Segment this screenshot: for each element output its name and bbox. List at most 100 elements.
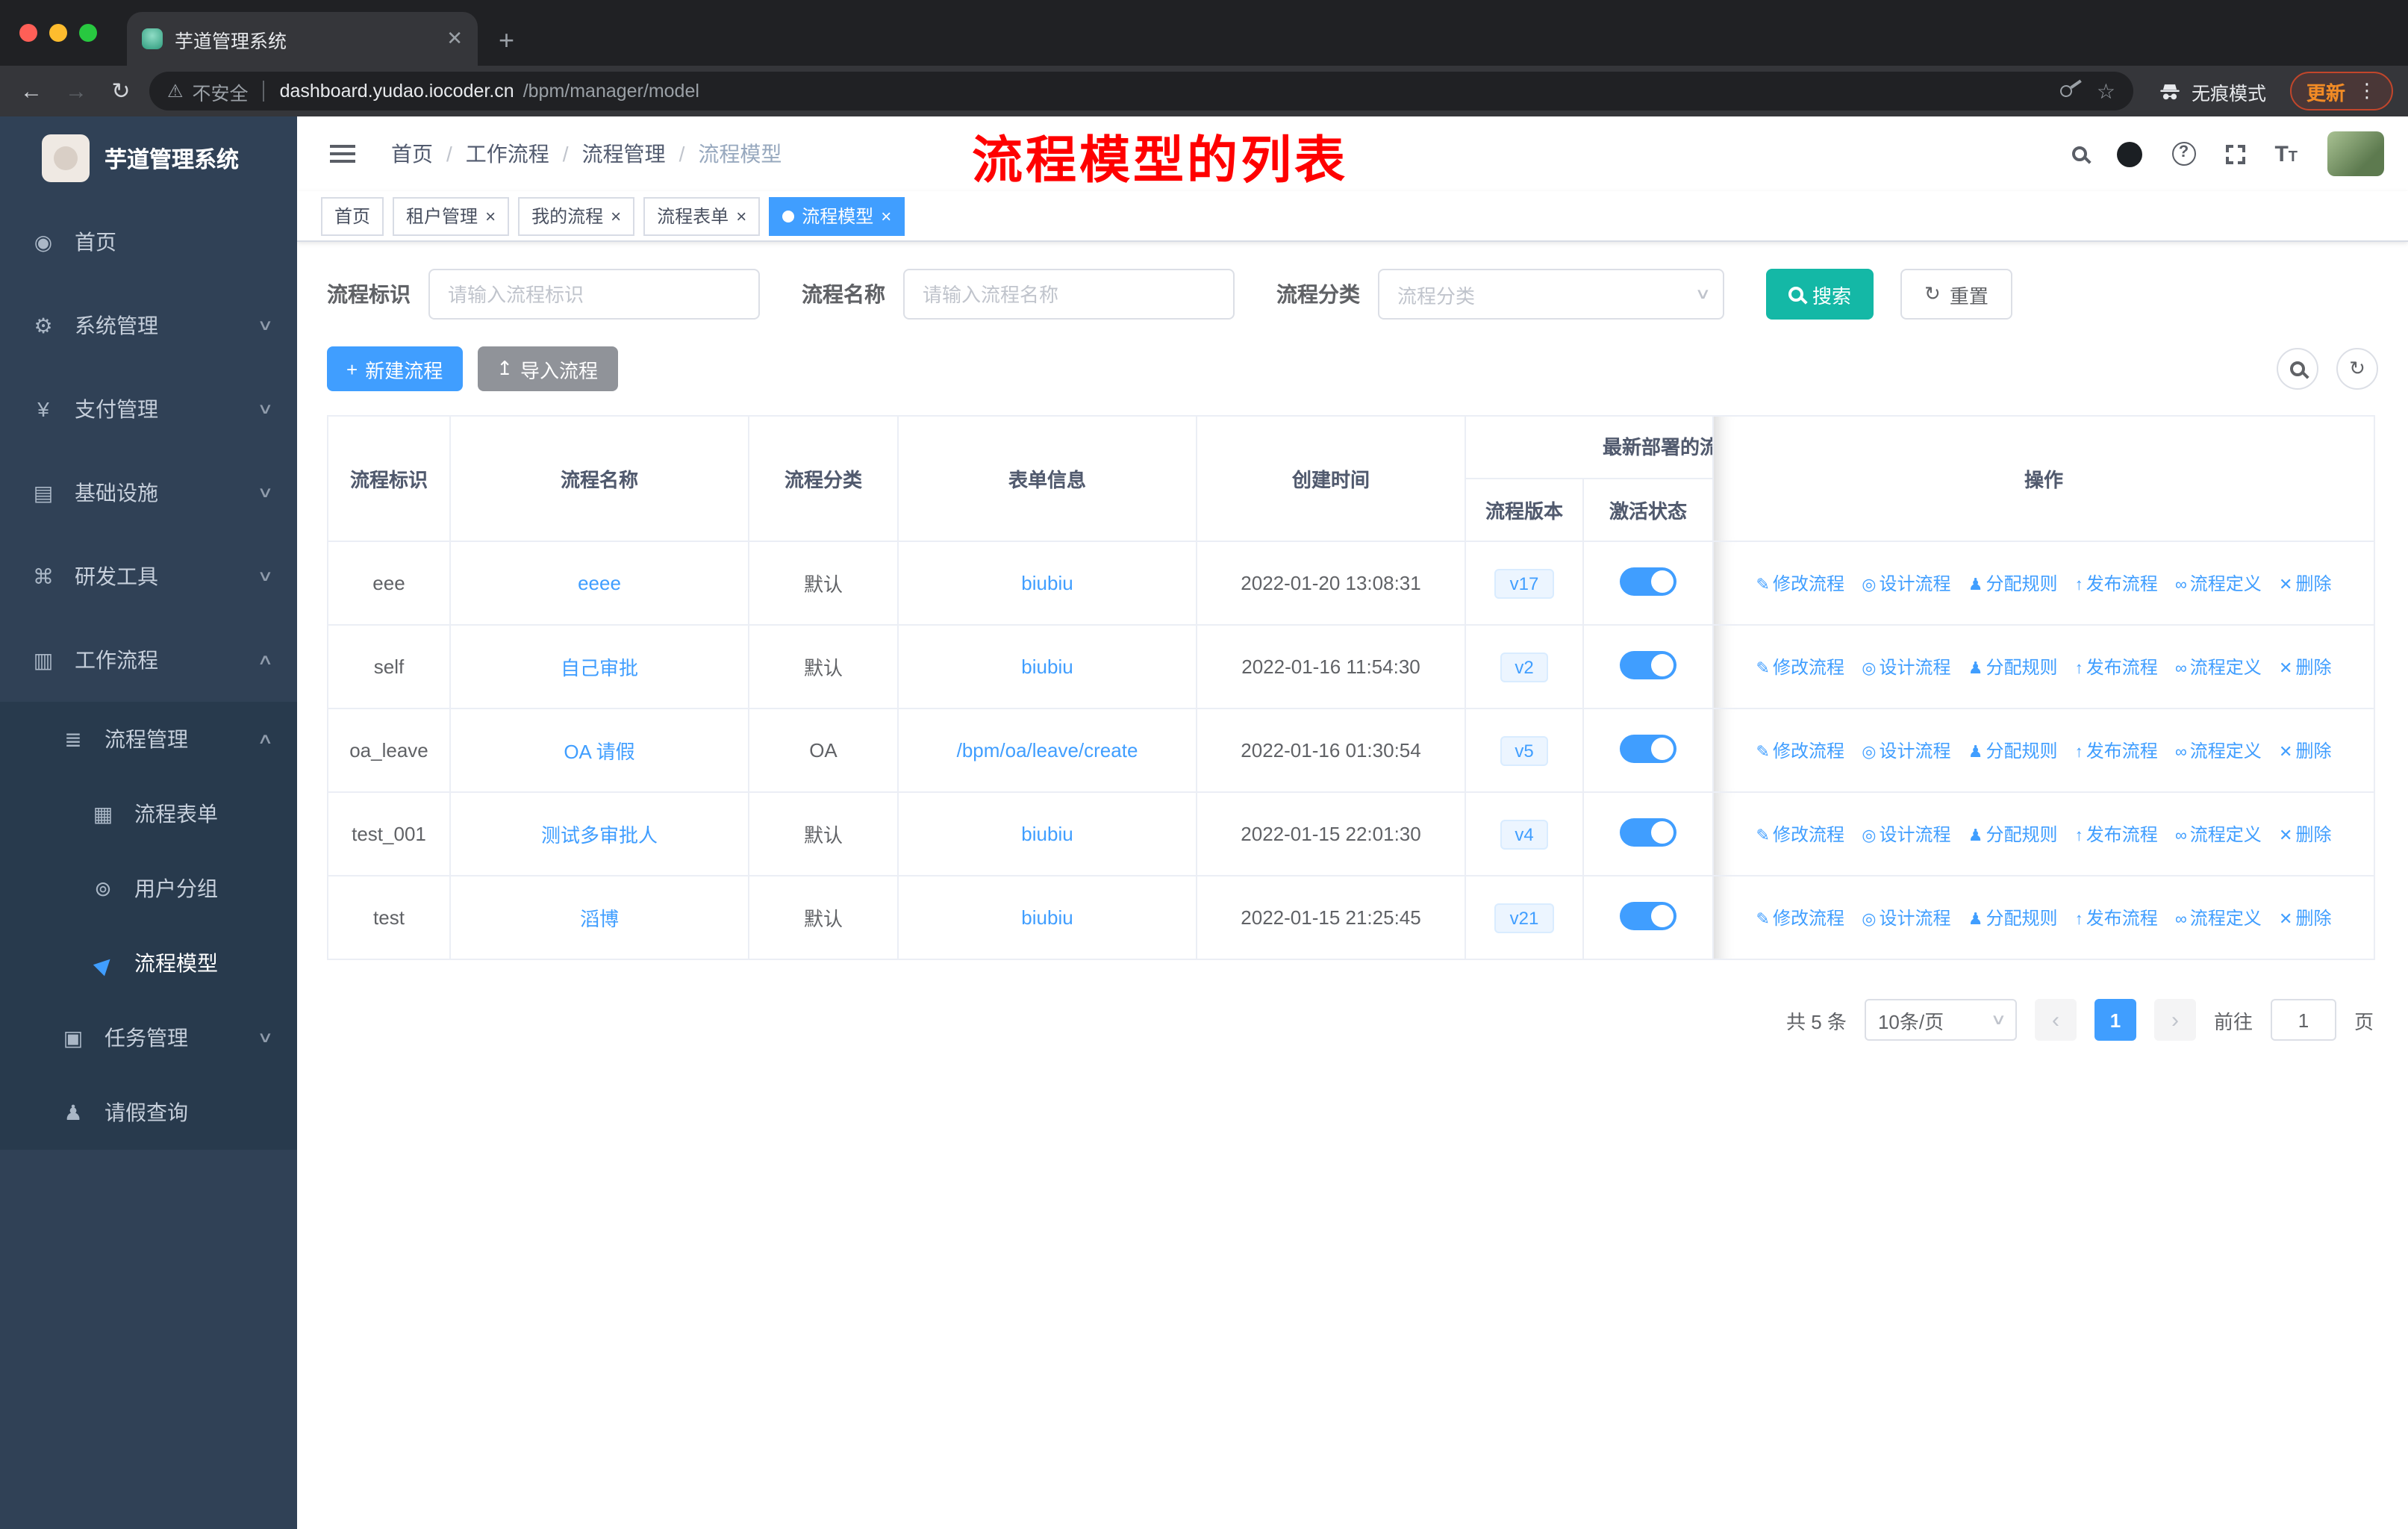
process-name-link[interactable]: 测试多审批人 bbox=[541, 824, 658, 847]
reload-button[interactable]: ↻ bbox=[105, 78, 137, 105]
tag-my-process[interactable]: 我的流程 × bbox=[518, 196, 635, 235]
action-edit-process[interactable]: ✎ 修改流程 bbox=[1756, 573, 1844, 594]
browser-tab[interactable]: 芋道管理系统 ✕ bbox=[127, 12, 478, 66]
tag-process-form[interactable]: 流程表单 × bbox=[643, 196, 761, 235]
action-design-process[interactable]: ◎ 设计流程 bbox=[1862, 573, 1950, 594]
sidebar-item-process-model[interactable]: ▶ 流程模型 bbox=[0, 926, 297, 1000]
window-zoom-button[interactable] bbox=[79, 24, 97, 42]
form-info-link[interactable]: /bpm/oa/leave/create bbox=[957, 739, 1138, 762]
tag-home[interactable]: 首页 bbox=[321, 196, 384, 235]
show-search-button[interactable] bbox=[2277, 348, 2318, 390]
next-page-button[interactable]: › bbox=[2153, 999, 2196, 1041]
sidebar-item-task-management[interactable]: ▣ 任务管理 ∨ bbox=[0, 1000, 297, 1075]
bookmark-star-icon[interactable]: ☆ bbox=[2097, 78, 2115, 104]
form-info-link[interactable]: biubiu bbox=[1021, 572, 1073, 594]
reset-button[interactable]: ↻ 重置 bbox=[1900, 269, 2012, 320]
action-publish-process[interactable]: ↑ 发布流程 bbox=[2075, 741, 2158, 762]
page-size-select[interactable]: 10条/页 ∨ bbox=[1864, 999, 2017, 1041]
password-key-icon[interactable] bbox=[2058, 82, 2075, 100]
sidebar-item-payment-management[interactable]: ¥ 支付管理 ∨ bbox=[0, 367, 297, 451]
action-delete[interactable]: ✕ 删除 bbox=[2279, 657, 2331, 678]
active-status-toggle[interactable] bbox=[1620, 818, 1676, 846]
tab-close-icon[interactable]: ✕ bbox=[446, 27, 463, 51]
back-button[interactable]: ← bbox=[15, 78, 48, 104]
action-publish-process[interactable]: ↑ 发布流程 bbox=[2075, 657, 2158, 678]
action-edit-process[interactable]: ✎ 修改流程 bbox=[1756, 657, 1844, 678]
active-status-toggle[interactable] bbox=[1620, 567, 1676, 595]
sidebar-item-process-form[interactable]: ▦ 流程表单 bbox=[0, 776, 297, 851]
action-process-definition[interactable]: ∞ 流程定义 bbox=[2175, 741, 2262, 762]
sidebar-item-user-group[interactable]: ⊚ 用户分组 bbox=[0, 851, 297, 926]
refresh-table-button[interactable]: ↻ bbox=[2336, 348, 2378, 390]
window-close-button[interactable] bbox=[19, 24, 37, 42]
close-icon[interactable]: × bbox=[485, 205, 496, 226]
process-name-link[interactable]: 自己审批 bbox=[561, 657, 638, 679]
user-avatar[interactable] bbox=[2327, 131, 2384, 176]
sidebar-item-leave-query[interactable]: ♟ 请假查询 bbox=[0, 1075, 297, 1150]
create-process-button[interactable]: + 新建流程 bbox=[327, 346, 463, 391]
goto-page-input[interactable] bbox=[2270, 999, 2336, 1041]
breadcrumb-home[interactable]: 首页 bbox=[391, 139, 433, 169]
action-process-definition[interactable]: ∞ 流程定义 bbox=[2175, 573, 2262, 594]
action-process-definition[interactable]: ∞ 流程定义 bbox=[2175, 824, 2262, 845]
action-assign-rules[interactable]: ♟ 分配规则 bbox=[1968, 657, 2058, 678]
action-design-process[interactable]: ◎ 设计流程 bbox=[1862, 908, 1950, 929]
security-label[interactable]: 不安全 bbox=[193, 77, 249, 105]
action-assign-rules[interactable]: ♟ 分配规则 bbox=[1968, 573, 2058, 594]
sidebar-item-process-management[interactable]: ≣ 流程管理 ∧ bbox=[0, 702, 297, 776]
window-minimize-button[interactable] bbox=[49, 24, 67, 42]
action-design-process[interactable]: ◎ 设计流程 bbox=[1862, 657, 1950, 678]
form-info-link[interactable]: biubiu bbox=[1021, 823, 1073, 845]
process-name-input[interactable] bbox=[903, 269, 1235, 320]
action-assign-rules[interactable]: ♟ 分配规则 bbox=[1968, 741, 2058, 762]
fullscreen-icon[interactable] bbox=[2222, 141, 2248, 166]
action-assign-rules[interactable]: ♟ 分配规则 bbox=[1968, 908, 2058, 929]
help-icon[interactable]: ? bbox=[2171, 142, 2196, 166]
process-name-link[interactable]: OA 请假 bbox=[564, 741, 634, 763]
active-status-toggle[interactable] bbox=[1620, 650, 1676, 679]
sidebar-item-workflow[interactable]: ▥ 工作流程 ∧ bbox=[0, 618, 297, 702]
action-edit-process[interactable]: ✎ 修改流程 bbox=[1756, 824, 1844, 845]
close-icon[interactable]: × bbox=[881, 205, 891, 226]
sidebar-item-home[interactable]: ◉ 首页 bbox=[0, 200, 297, 284]
import-process-button[interactable]: ↥ 导入流程 bbox=[477, 346, 618, 391]
search-button[interactable]: 搜索 bbox=[1766, 269, 1874, 320]
sidebar-item-system-management[interactable]: ⚙ 系统管理 ∨ bbox=[0, 284, 297, 367]
close-icon[interactable]: × bbox=[736, 205, 746, 226]
tag-process-model[interactable]: 流程模型 × bbox=[769, 196, 905, 235]
github-icon[interactable] bbox=[2116, 141, 2142, 166]
update-button[interactable]: 更新 ⋮ bbox=[2289, 72, 2393, 110]
action-publish-process[interactable]: ↑ 发布流程 bbox=[2075, 824, 2158, 845]
prev-page-button[interactable]: ‹ bbox=[2034, 999, 2077, 1041]
action-publish-process[interactable]: ↑ 发布流程 bbox=[2075, 573, 2158, 594]
action-delete[interactable]: ✕ 删除 bbox=[2279, 908, 2331, 929]
process-name-link[interactable]: eeee bbox=[578, 572, 621, 594]
browser-menu-icon[interactable]: ⋮ bbox=[2357, 79, 2377, 103]
action-delete[interactable]: ✕ 删除 bbox=[2279, 573, 2331, 594]
action-edit-process[interactable]: ✎ 修改流程 bbox=[1756, 908, 1844, 929]
new-tab-button[interactable]: + bbox=[499, 27, 514, 54]
sidebar-item-infrastructure[interactable]: ▤ 基础设施 ∨ bbox=[0, 451, 297, 535]
process-name-link[interactable]: 滔博 bbox=[580, 908, 619, 930]
action-delete[interactable]: ✕ 删除 bbox=[2279, 741, 2331, 762]
category-select[interactable]: 流程分类 ∨ bbox=[1378, 269, 1724, 320]
action-publish-process[interactable]: ↑ 发布流程 bbox=[2075, 908, 2158, 929]
action-edit-process[interactable]: ✎ 修改流程 bbox=[1756, 741, 1844, 762]
forward-button[interactable]: → bbox=[60, 78, 93, 104]
close-icon[interactable]: × bbox=[611, 205, 621, 226]
address-bar[interactable]: ⚠ 不安全 dashboard.yudao.iocoder.cn/bpm/man… bbox=[149, 72, 2133, 110]
active-status-toggle[interactable] bbox=[1620, 734, 1676, 762]
action-delete[interactable]: ✕ 删除 bbox=[2279, 824, 2331, 845]
tag-tenant-management[interactable]: 租户管理 × bbox=[393, 196, 510, 235]
sidebar-collapse-icon[interactable] bbox=[330, 152, 355, 155]
current-page-button[interactable]: 1 bbox=[2094, 999, 2136, 1041]
action-process-definition[interactable]: ∞ 流程定义 bbox=[2175, 657, 2262, 678]
action-process-definition[interactable]: ∞ 流程定义 bbox=[2175, 908, 2262, 929]
form-info-link[interactable]: biubiu bbox=[1021, 655, 1073, 678]
active-status-toggle[interactable] bbox=[1620, 901, 1676, 929]
font-size-icon[interactable]: TT bbox=[2274, 141, 2298, 166]
action-design-process[interactable]: ◎ 设计流程 bbox=[1862, 741, 1950, 762]
search-icon[interactable] bbox=[2071, 146, 2087, 161]
process-key-input[interactable] bbox=[428, 269, 760, 320]
breadcrumb-workflow[interactable]: 工作流程 bbox=[466, 139, 549, 169]
